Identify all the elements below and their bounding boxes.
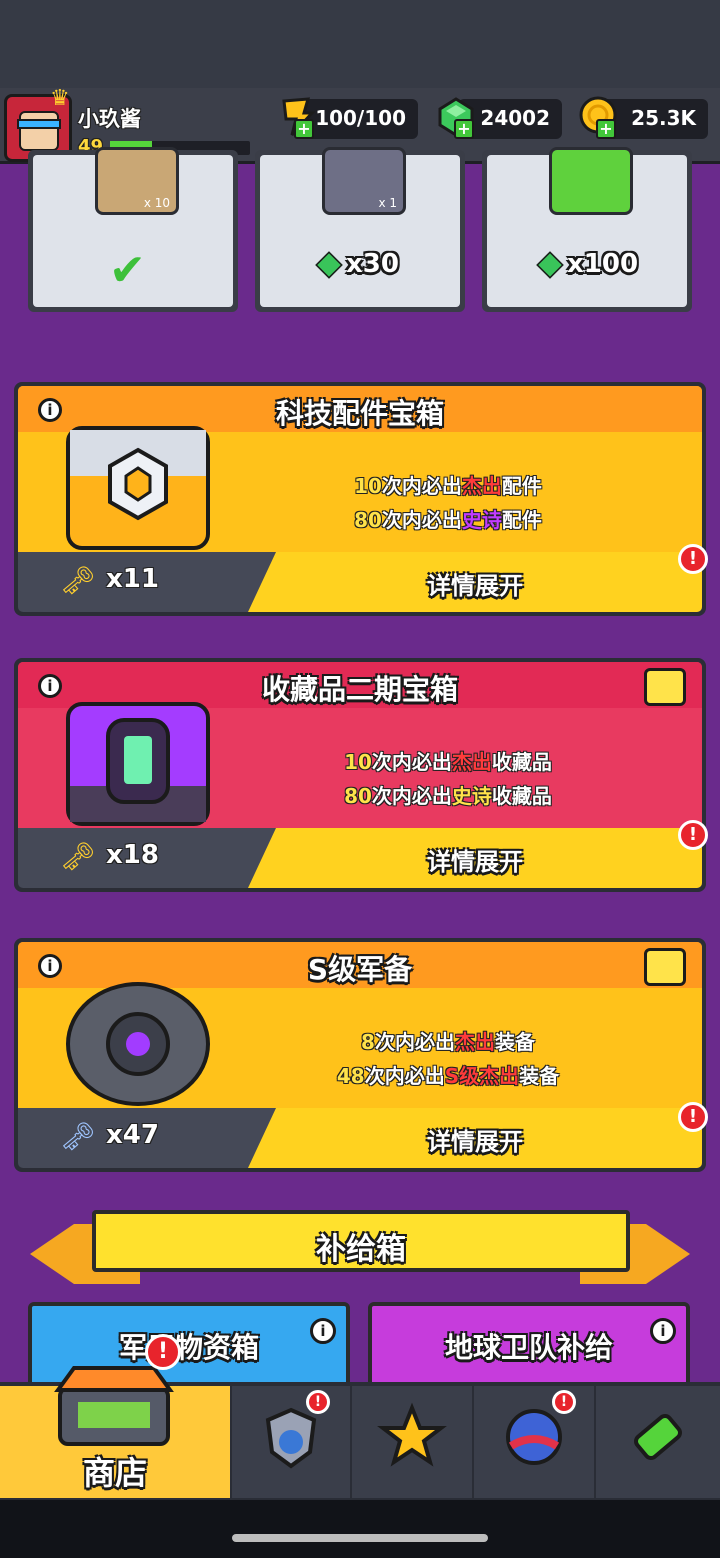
horseshoe-crate-icon <box>549 147 633 215</box>
tech-crate-icon: x 1 <box>322 147 406 215</box>
supply-label: 地球卫队补给 <box>444 1331 613 1364</box>
chest-body: S级军备 i 8次内必出杰出装备 48次内必出S级杰出装备 <box>18 942 702 1108</box>
gold-coin-icon: + <box>578 95 618 139</box>
gem-icon <box>536 250 564 279</box>
guarantee-line-2: 80次内必出史诗配件 <box>354 508 542 532</box>
collectibles-chest-card: 收藏品二期宝箱 i 10次内必出杰出收藏品 80次内必出史诗收藏品 🗝 x18 … <box>14 658 706 892</box>
gem-value: 24002 <box>480 106 550 130</box>
tab-dna[interactable] <box>596 1386 720 1498</box>
card-body: x 1 x30 <box>260 147 460 307</box>
player-name: 小玖酱 <box>78 107 141 131</box>
tech-parts-chest-card: 科技配件宝箱 i 10次内必出杰出配件 80次内必出史诗配件 🗝 x11 详情展… <box>14 382 706 616</box>
earth-guard-supply-box[interactable]: 地球卫队补给 i <box>368 1302 690 1392</box>
avatar-face <box>19 111 59 151</box>
chest-title: S级军备 <box>307 953 413 986</box>
details-button[interactable]: 详情展开 <box>248 552 702 612</box>
tab-equipment[interactable] <box>232 1386 350 1498</box>
equipment-alert-badge-icon: ! <box>306 1390 330 1414</box>
card-body: x 10 ✔ <box>33 147 233 307</box>
card-body: x100 <box>487 147 687 307</box>
supply-banner: 补给箱 <box>30 1208 690 1288</box>
chest-footer: 🗝 x11 详情展开 <box>18 552 702 612</box>
item-count: x 1 <box>378 196 397 210</box>
supply-label: 军用物资箱 <box>118 1331 259 1364</box>
energy-plus-icon[interactable]: + <box>294 119 314 139</box>
info-icon[interactable]: i <box>38 398 62 422</box>
alert-badge-icon: ! <box>678 820 708 850</box>
daily-card-free[interactable]: x 10 ✔ <box>28 147 238 312</box>
guarantee-line-1: 10次内必出杰出收藏品 <box>344 750 552 774</box>
info-icon[interactable]: i <box>310 1318 336 1344</box>
chest-body: 收藏品二期宝箱 i 10次内必出杰出收藏品 80次内必出史诗收藏品 <box>18 662 702 828</box>
world-alert-badge-icon: ! <box>552 1390 576 1414</box>
item-count: x 10 <box>143 196 170 210</box>
banner-title-box: 补给箱 <box>92 1210 630 1272</box>
info-icon[interactable]: i <box>38 674 62 698</box>
dna-capsule-icon <box>623 1402 693 1472</box>
gem-icon <box>315 250 343 279</box>
tab-shop[interactable]: 商店 <box>0 1366 230 1498</box>
gold-key-icon: 🗝 <box>60 840 96 873</box>
info-icon[interactable]: i <box>38 954 62 978</box>
star-swords-icon <box>377 1402 447 1472</box>
key-count: x47 <box>106 1120 159 1150</box>
banner-title: 补给箱 <box>316 1232 406 1267</box>
chest-footer: 🗝 x47 详情展开 <box>18 1108 702 1168</box>
details-button-label: 详情展开 <box>427 572 523 600</box>
gold-plus-icon[interactable]: + <box>596 119 616 139</box>
gold-key-icon: 🗝 <box>60 564 96 597</box>
details-button-label: 详情展开 <box>427 1128 523 1156</box>
details-button-label: 详情展开 <box>427 848 523 876</box>
guarantee-line-1: 10次内必出杰出配件 <box>354 474 542 498</box>
collectibles-chest-image <box>66 702 210 826</box>
gold-value: 25.3K <box>631 106 696 130</box>
gear-bundle-image <box>66 982 210 1106</box>
shop-alert-badge-icon: ! <box>145 1334 181 1370</box>
daily-card-gem100[interactable]: x100 <box>482 147 692 312</box>
chest-footer: 🗝 x18 详情展开 <box>18 828 702 888</box>
tab-shop-label: 商店 <box>82 1454 147 1492</box>
chest-body: 科技配件宝箱 i 10次内必出杰出配件 80次内必出史诗配件 <box>18 386 702 552</box>
daily-card-gem30[interactable]: x 1 x30 <box>255 147 465 312</box>
notes-icon[interactable] <box>644 668 686 706</box>
energy-card-icon: + <box>278 95 318 139</box>
price-label: x30 <box>315 249 399 279</box>
shop-stall-icon <box>54 1366 174 1446</box>
s-grade-gear-card: S级军备 i 8次内必出杰出装备 48次内必出S级杰出装备 🗝 x47 详情展开 <box>14 938 706 1172</box>
gesture-area <box>0 1500 720 1558</box>
energy-value: 100/100 <box>315 106 406 130</box>
info-icon[interactable]: i <box>650 1318 676 1344</box>
paper-crate-icon: x 10 <box>95 147 179 215</box>
alert-badge-icon: ! <box>678 1102 708 1132</box>
tab-world[interactable] <box>474 1386 594 1498</box>
price-label: x100 <box>536 249 638 279</box>
home-indicator[interactable] <box>232 1534 488 1542</box>
silver-key-icon: 🗝 <box>60 1120 96 1153</box>
tech-chest-image <box>66 426 210 550</box>
checkmark-icon: ✔ <box>109 245 146 296</box>
gem-icon: + <box>436 95 476 139</box>
status-bar-area <box>0 0 720 88</box>
bottom-nav: 商店 <box>0 1366 720 1500</box>
details-button[interactable]: 详情展开 <box>248 828 702 888</box>
key-count: x11 <box>106 564 159 594</box>
guarantee-line-1: 8次内必出杰出装备 <box>361 1030 535 1054</box>
notes-icon[interactable] <box>644 948 686 986</box>
details-button[interactable]: 详情展开 <box>248 1108 702 1168</box>
avatar-headband <box>17 119 61 129</box>
alert-badge-icon: ! <box>678 544 708 574</box>
guarantee-line-2: 80次内必出史诗收藏品 <box>344 784 552 808</box>
crown-icon: ♛ <box>50 86 70 111</box>
gem-plus-icon[interactable]: + <box>454 119 474 139</box>
guarantee-line-2: 48次内必出S级杰出装备 <box>336 1064 560 1088</box>
tab-heroes[interactable] <box>352 1386 472 1498</box>
key-count: x18 <box>106 840 159 870</box>
